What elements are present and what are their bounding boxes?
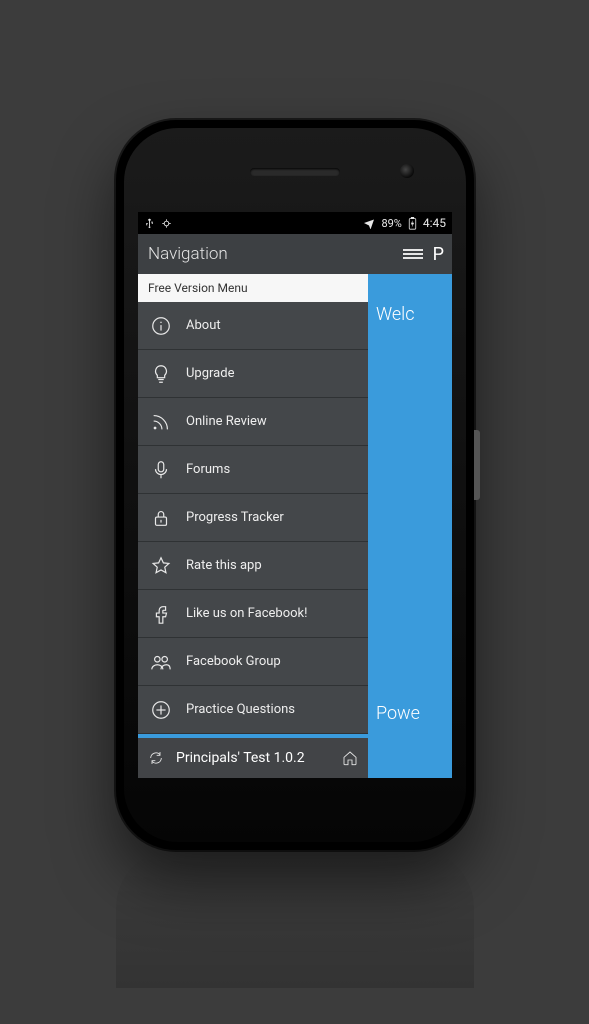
drawer-item-label: Upgrade [186,366,234,381]
mic-icon [150,459,172,481]
battery-percent: 89% [381,217,401,230]
app-bar: Navigation P [138,234,452,274]
usb-icon [144,218,155,229]
drawer-item-about[interactable]: About [138,302,368,350]
drawer-item-label: Facebook Group [186,654,281,669]
drawer-item-forums[interactable]: Forums [138,446,368,494]
drawer-item-label: Online Review [186,414,267,429]
rss-icon [150,411,172,433]
debug-icon [161,218,172,229]
powered-text-fragment: Powe [376,703,446,724]
appbar-trailing-letter: P [433,244,444,265]
drawer-item-practice-questions[interactable]: Practice Questions [138,686,368,734]
drawer-item-rate-app[interactable]: Rate this app [138,542,368,590]
drawer-item-progress-tracker[interactable]: Progress Tracker [138,494,368,542]
phone-frame: 89% 4:45 Navigation P Free Version Menu [116,120,474,850]
hamburger-menu-icon[interactable] [403,247,423,261]
appbar-title: Navigation [138,244,238,264]
earpiece [250,168,340,176]
drawer-footer-title: Principals' Test 1.0.2 [176,750,330,766]
drawer-item-label: About [186,318,221,333]
group-icon [150,651,172,673]
drawer-item-label: Rate this app [186,558,262,573]
drawer-item-like-facebook[interactable]: Like us on Facebook! [138,590,368,638]
facebook-icon [150,603,172,625]
phone-reflection [116,848,474,988]
drawer-item-online-review[interactable]: Online Review [138,398,368,446]
drawer-item-upgrade[interactable]: Upgrade [138,350,368,398]
status-bar: 89% 4:45 [138,212,452,234]
star-icon [150,555,172,577]
drawer-item-label: Practice Questions [186,702,295,717]
info-icon [150,315,172,337]
drawer-item-facebook-group[interactable]: Facebook Group [138,638,368,686]
battery-charging-icon [408,217,417,230]
home-icon[interactable] [342,750,358,766]
power-button[interactable] [474,430,480,500]
lock-icon [150,507,172,529]
navigation-drawer: Free Version Menu About Upgrade [138,274,368,778]
airplane-mode-icon [363,217,375,229]
plus-circle-icon [150,699,172,721]
bulb-icon [150,363,172,385]
drawer-section-header: Free Version Menu [138,274,368,302]
screen: 89% 4:45 Navigation P Free Version Menu [138,212,452,778]
drawer-item-label: Like us on Facebook! [186,606,307,621]
refresh-icon[interactable] [148,750,164,766]
welcome-text-fragment: Welc [376,304,446,325]
front-camera [400,164,414,178]
clock-time: 4:45 [423,216,446,230]
drawer-menu: About Upgrade Online Review [138,302,368,734]
drawer-footer: Principals' Test 1.0.2 [138,734,368,778]
drawer-item-label: Progress Tracker [186,510,284,525]
main-content-panel[interactable]: Welc Powe [368,274,452,778]
drawer-item-label: Forums [186,462,230,477]
